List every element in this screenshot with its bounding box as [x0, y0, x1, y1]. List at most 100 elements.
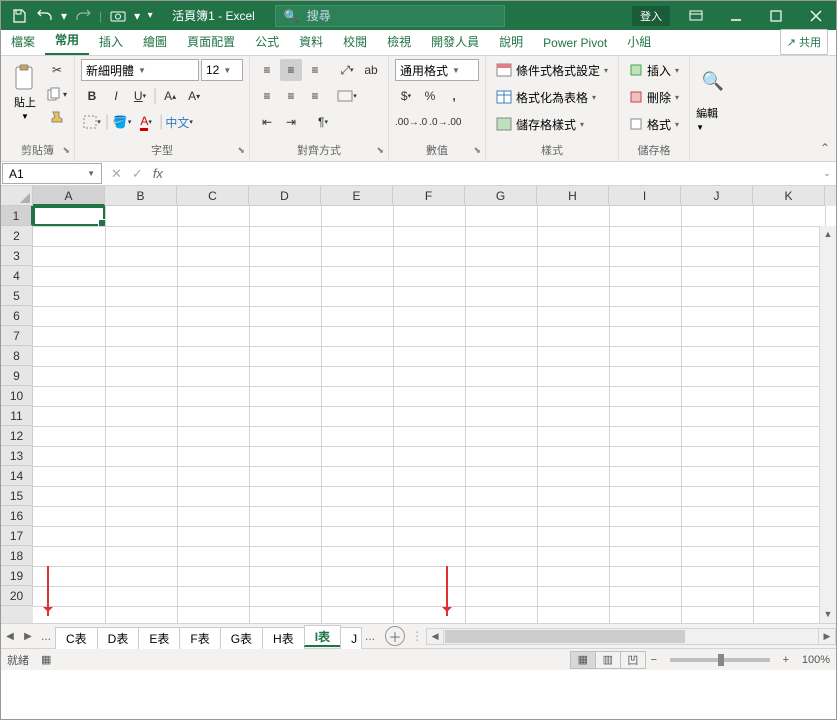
row-header-9[interactable]: 9 — [1, 366, 33, 386]
maximize-button[interactable] — [756, 1, 796, 30]
col-header-F[interactable]: F — [393, 186, 465, 206]
collapse-ribbon-icon[interactable]: ⌃ — [820, 141, 830, 155]
horizontal-scrollbar[interactable]: ◀ ▶ — [426, 628, 836, 645]
row-header-13[interactable]: 13 — [1, 446, 33, 466]
row-header-17[interactable]: 17 — [1, 526, 33, 546]
align-center-button[interactable]: ≡ — [280, 85, 302, 107]
row-header-10[interactable]: 10 — [1, 386, 33, 406]
percent-button[interactable]: % — [419, 85, 441, 107]
col-header-G[interactable]: G — [465, 186, 537, 206]
align-middle-button[interactable]: ≡ — [280, 59, 302, 81]
border-button[interactable]: ▾ — [81, 111, 103, 133]
number-format-combo[interactable]: 通用格式▼ — [395, 59, 479, 81]
decrease-decimal-button[interactable]: .0→.00 — [429, 111, 461, 133]
tab-view[interactable]: 檢視 — [377, 28, 421, 55]
rtl-button[interactable]: ¶▾ — [312, 111, 334, 133]
align-bottom-button[interactable]: ≡ — [304, 59, 326, 81]
view-normal-button[interactable]: ▦ — [570, 651, 596, 669]
tab-home[interactable]: 常用 — [45, 26, 89, 55]
scroll-right-icon[interactable]: ▶ — [818, 629, 835, 644]
row-header-14[interactable]: 14 — [1, 466, 33, 486]
sheet-tab-H表[interactable]: H表 — [262, 627, 305, 649]
align-left-button[interactable]: ≡ — [256, 85, 278, 107]
name-box[interactable]: A1▼ — [2, 163, 102, 184]
accept-formula-icon[interactable]: ✓ — [132, 166, 143, 182]
sheet-tab-D表[interactable]: D表 — [97, 627, 140, 649]
orientation-button[interactable]: ⤢▾ — [336, 59, 358, 81]
font-color-button[interactable]: A▾ — [135, 111, 157, 133]
col-header-I[interactable]: I — [609, 186, 681, 206]
undo-dropdown-icon[interactable]: ▾ — [59, 4, 69, 28]
new-sheet-button[interactable]: ＋ — [385, 626, 405, 646]
increase-decimal-button[interactable]: .00→.0 — [395, 111, 427, 133]
underline-button[interactable]: U▾ — [129, 85, 151, 107]
grow-font-button[interactable]: A▴ — [159, 85, 181, 107]
sheet-nav-prev[interactable]: ◀ — [1, 631, 19, 642]
decrease-indent-button[interactable]: ⇤ — [256, 111, 278, 133]
search-box[interactable]: 🔍 搜尋 — [275, 5, 505, 27]
save-icon[interactable] — [7, 4, 31, 28]
shrink-font-button[interactable]: A▾ — [183, 85, 205, 107]
ribbon-display-icon[interactable] — [676, 1, 716, 30]
delete-cells-button[interactable]: 刪除▾ — [625, 86, 683, 108]
col-header-D[interactable]: D — [249, 186, 321, 206]
tab-draw[interactable]: 繪圖 — [133, 28, 177, 55]
view-page-break-button[interactable]: 凹 — [620, 651, 646, 669]
format-painter-button[interactable] — [46, 107, 68, 129]
col-header-E[interactable]: E — [321, 186, 393, 206]
format-cells-button[interactable]: 格式▾ — [625, 113, 683, 135]
cancel-formula-icon[interactable]: ✕ — [111, 166, 122, 182]
find-select-button[interactable]: 🔍 — [696, 59, 730, 103]
close-button[interactable] — [796, 1, 836, 30]
row-header-5[interactable]: 5 — [1, 286, 33, 306]
view-page-layout-button[interactable]: ▥ — [595, 651, 621, 669]
sheet-tab-G表[interactable]: G表 — [220, 627, 263, 649]
number-launcher-icon[interactable]: ⬊ — [473, 142, 481, 158]
zoom-slider[interactable] — [670, 658, 770, 662]
sheet-nav-dots-right[interactable]: ... — [361, 629, 379, 643]
sheet-tab-partial[interactable]: J — [340, 627, 362, 649]
select-all-corner[interactable] — [1, 186, 33, 206]
wrap-text-button[interactable]: ab — [360, 59, 382, 81]
scroll-up-icon[interactable]: ▲ — [820, 226, 836, 243]
cells-area[interactable] — [33, 206, 836, 623]
row-header-1[interactable]: 1 — [1, 206, 33, 226]
cell-styles-button[interactable]: 儲存格樣式▾ — [492, 113, 588, 135]
row-header-12[interactable]: 12 — [1, 426, 33, 446]
insert-cells-button[interactable]: 插入▾ — [625, 59, 683, 81]
row-header-11[interactable]: 11 — [1, 406, 33, 426]
row-header-16[interactable]: 16 — [1, 506, 33, 526]
macro-record-icon[interactable]: ▦ — [41, 653, 51, 666]
col-header-C[interactable]: C — [177, 186, 249, 206]
sheet-nav-next[interactable]: ▶ — [19, 631, 37, 642]
login-button[interactable]: 登入 — [632, 6, 670, 26]
row-header-8[interactable]: 8 — [1, 346, 33, 366]
font-name-combo[interactable]: 新細明體▼ — [81, 59, 199, 81]
cut-button[interactable]: ✂ — [46, 59, 68, 81]
fx-icon[interactable]: fx — [153, 166, 163, 181]
comma-button[interactable]: , — [443, 85, 465, 107]
col-header-K[interactable]: K — [753, 186, 825, 206]
fill-color-button[interactable]: 🪣▾ — [111, 111, 133, 133]
tab-review[interactable]: 校閱 — [333, 28, 377, 55]
row-header-4[interactable]: 4 — [1, 266, 33, 286]
row-header-7[interactable]: 7 — [1, 326, 33, 346]
camera-icon[interactable] — [106, 4, 130, 28]
row-header-19[interactable]: 19 — [1, 566, 33, 586]
row-header-15[interactable]: 15 — [1, 486, 33, 506]
align-top-button[interactable]: ≡ — [256, 59, 278, 81]
currency-button[interactable]: $▾ — [395, 85, 417, 107]
row-header-18[interactable]: 18 — [1, 546, 33, 566]
tab-team[interactable]: 小組 — [617, 28, 661, 55]
merge-button[interactable]: ▾ — [336, 85, 358, 107]
tab-file[interactable]: 檔案 — [1, 28, 45, 55]
font-size-combo[interactable]: 12▼ — [201, 59, 243, 81]
tab-powerpivot[interactable]: Power Pivot — [533, 31, 617, 55]
align-right-button[interactable]: ≡ — [304, 85, 326, 107]
conditional-format-button[interactable]: 條件式格式設定▾ — [492, 59, 612, 81]
font-launcher-icon[interactable]: ⬊ — [237, 142, 245, 158]
zoom-in-button[interactable]: + — [778, 654, 794, 666]
sheet-tab-F表[interactable]: F表 — [179, 627, 220, 649]
undo-icon[interactable] — [33, 4, 57, 28]
tab-help[interactable]: 說明 — [489, 28, 533, 55]
